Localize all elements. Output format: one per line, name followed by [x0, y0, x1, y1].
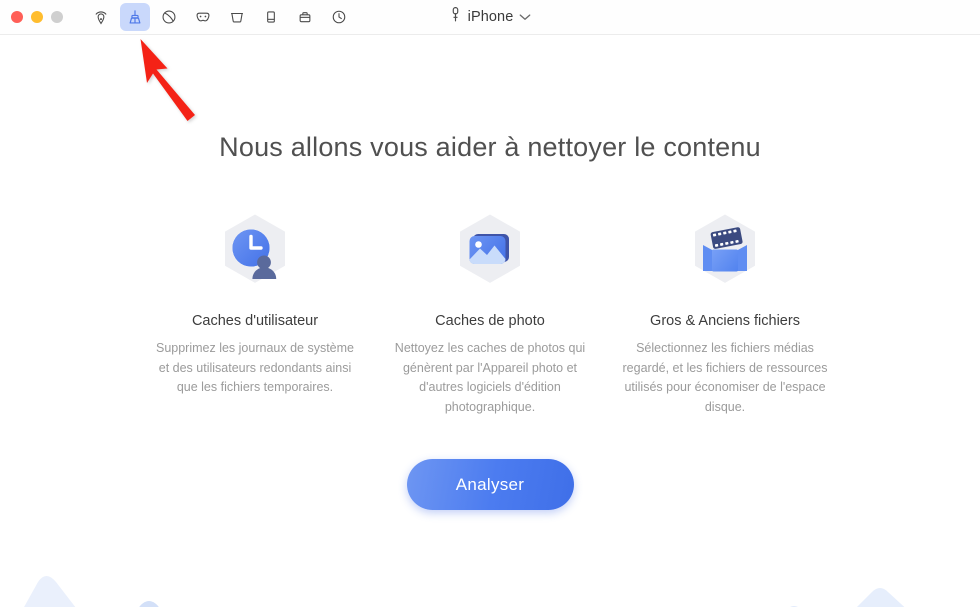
trash-icon	[228, 8, 246, 26]
airdrop-icon	[92, 8, 110, 26]
chevron-down-icon[interactable]	[519, 8, 531, 26]
minimize-window-button[interactable]	[31, 11, 43, 23]
card-description: Nettoyez les caches de photos qui génère…	[394, 341, 586, 414]
card-title: Caches de photo	[435, 313, 545, 329]
card-description: Supprimez les journaux de système et des…	[155, 341, 354, 394]
feature-cards: Caches d'utilisateur Supprimez les journ…	[0, 205, 980, 417]
toolbar-item-mask[interactable]	[188, 3, 218, 31]
red-arrow-icon	[140, 39, 195, 121]
traffic-lights	[0, 11, 63, 23]
close-window-button[interactable]	[11, 11, 23, 23]
toolbar-item-airdrop[interactable]	[86, 3, 116, 31]
feature-card-large-old-files: Gros & Anciens fichiers Sélectionnez les…	[608, 205, 843, 417]
toolbar-item-privacy[interactable]	[154, 3, 184, 31]
lightning-connector-icon	[449, 6, 462, 28]
device-name-label: iPhone	[467, 9, 514, 25]
toolbar	[86, 3, 354, 31]
toolbar-item-device[interactable]	[256, 3, 286, 31]
toolbar-item-history[interactable]	[324, 3, 354, 31]
clock-history-icon	[330, 8, 348, 26]
page-title: Nous allons vous aider à nettoyer le con…	[219, 132, 761, 162]
cta-container: Analyser	[0, 459, 980, 510]
analyze-button[interactable]: Analyser	[406, 459, 574, 510]
phone-icon	[262, 8, 280, 26]
toolbar-item-trash[interactable]	[222, 3, 252, 31]
main-content: Nous allons vous aider à nettoyer le con…	[0, 132, 980, 607]
card-description: Sélectionnez les fichiers médias regardé…	[622, 341, 828, 414]
large-old-files-icon	[615, 205, 836, 297]
card-title: Gros & Anciens fichiers	[650, 313, 800, 329]
shield-icon	[160, 8, 178, 26]
feature-card-photo-caches: Caches de photo Nettoyez les caches de p…	[373, 205, 608, 417]
toolbar-item-toolkit[interactable]	[290, 3, 320, 31]
title-bar: iPhone	[0, 0, 980, 35]
feature-card-user-caches: Caches d'utilisateur Supprimez les journ…	[138, 205, 373, 417]
app-window: iPhone Nous allons vous aider à nettoyer…	[0, 0, 980, 607]
photo-caches-icon	[380, 205, 601, 297]
mask-icon	[194, 8, 212, 26]
broom-icon	[126, 8, 144, 26]
briefcase-icon	[296, 8, 314, 26]
zoom-window-button[interactable]	[51, 11, 63, 23]
device-selector[interactable]: iPhone	[420, 3, 560, 31]
card-title: Caches d'utilisateur	[191, 313, 319, 329]
mountain-decoration	[24, 576, 905, 607]
user-caches-icon	[145, 205, 366, 297]
toolbar-item-clean[interactable]	[120, 3, 150, 31]
